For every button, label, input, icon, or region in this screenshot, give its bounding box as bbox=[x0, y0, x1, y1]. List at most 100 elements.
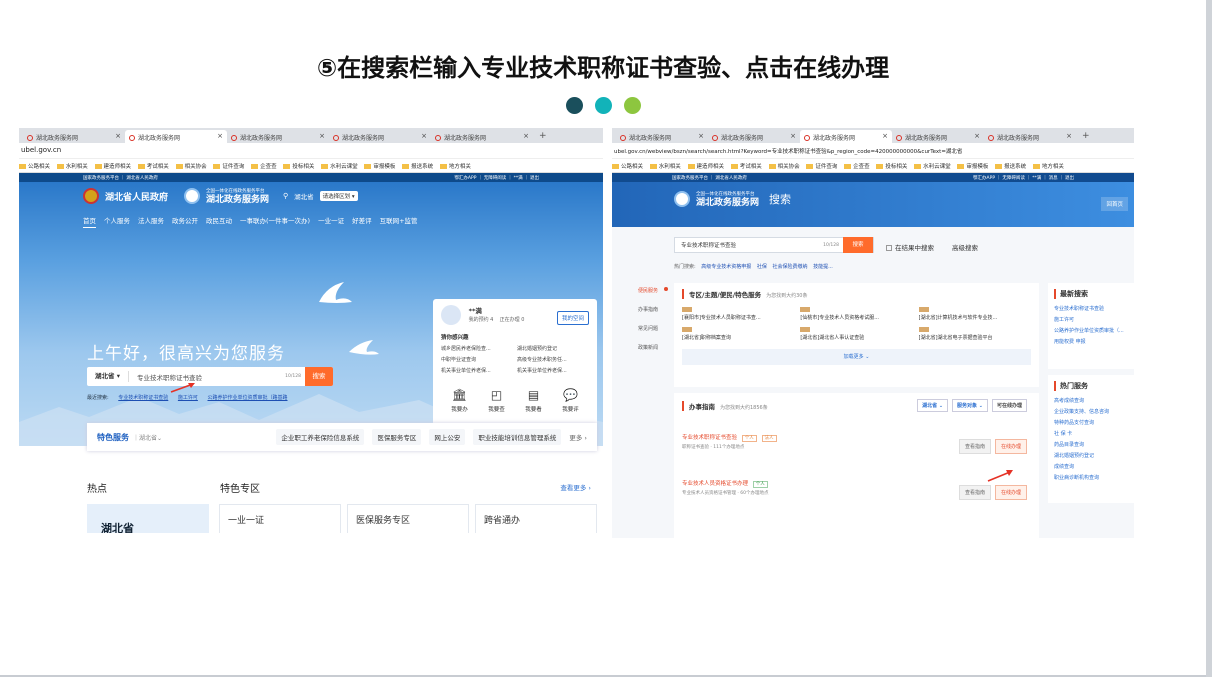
sidebar-item-faq[interactable]: 常见问题 bbox=[638, 325, 664, 332]
featured-region[interactable]: ｜湖北省⌄ bbox=[133, 433, 162, 442]
bookmark-item[interactable]: 审报模板 bbox=[957, 164, 988, 170]
view-guide-button[interactable]: 查看指南 bbox=[958, 439, 991, 454]
recent-search-link[interactable]: 施工许可 bbox=[178, 395, 198, 401]
browser-tab[interactable]: 湖北政务服务网 × bbox=[892, 130, 984, 143]
action-apply[interactable]: 🏛 我要办 bbox=[451, 388, 468, 413]
bookmark-item[interactable]: 证件查询 bbox=[213, 164, 244, 170]
close-icon[interactable]: × bbox=[319, 132, 325, 140]
region-filter[interactable]: 湖北省 ⌄ bbox=[917, 399, 949, 412]
top-bar-right[interactable]: 鄂汇办APP ｜ 无障碍阅读 ｜ **满 ｜ 消息 ｜ 退出 bbox=[973, 175, 1074, 181]
browser-tab-active[interactable]: 湖北政务服务网 × bbox=[800, 130, 892, 143]
hot-service-link[interactable]: 成绩查询 bbox=[1054, 463, 1128, 470]
service-name-block[interactable]: 全国一体化在线政务服务平台 湖北政务服务网 bbox=[206, 188, 269, 205]
bookmark-item[interactable]: 建造师相关 bbox=[95, 164, 132, 170]
close-icon[interactable]: × bbox=[1066, 132, 1072, 140]
zone-link[interactable]: [湖北省]湖北省电子票据查验平台 bbox=[918, 327, 1031, 341]
bookmark-item[interactable]: 考试相关 bbox=[138, 164, 169, 170]
search-input[interactable]: 专业技术职称证书查验 bbox=[681, 241, 736, 249]
bookmark-item[interactable]: 水利云课堂 bbox=[914, 164, 951, 170]
hot-service-link[interactable]: 职业病诊断机构查询 bbox=[1054, 474, 1128, 481]
hot-search-link[interactable]: 高级专业技术资格申报 bbox=[701, 264, 751, 270]
hot-search-link[interactable]: 社会保险费缴纳 bbox=[773, 264, 808, 270]
hot-service-link[interactable]: 高考成绩查询 bbox=[1054, 397, 1128, 404]
result-title-link[interactable]: 专业技术人员资格证书办理 bbox=[682, 481, 748, 487]
zone-link[interactable]: [襄阳市]专业技术人员职称证书查... bbox=[682, 307, 794, 321]
special-card[interactable]: 医保服务专区 bbox=[347, 504, 469, 533]
browser-tab[interactable]: 湖北政务服务网 × bbox=[616, 130, 708, 143]
bookmark-item[interactable]: 建造师相关 bbox=[688, 164, 725, 170]
browser-tab[interactable]: 湖北政务服务网 × bbox=[708, 130, 800, 143]
sidebar-item-guide[interactable]: 办事指南 bbox=[638, 306, 664, 313]
browser-tab[interactable]: 湖北政务服务网 × bbox=[227, 130, 329, 143]
nav-item[interactable]: 法人服务 bbox=[138, 215, 164, 228]
browser-tab[interactable]: 湖北政务服务网 × bbox=[23, 130, 125, 143]
advanced-search-link[interactable]: 高级搜索 bbox=[952, 242, 978, 252]
bookmark-item[interactable]: 水利云课堂 bbox=[321, 164, 358, 170]
featured-system-link[interactable]: 企业职工养老保险信息系统 bbox=[276, 429, 365, 445]
search-button[interactable]: 搜索 bbox=[843, 237, 873, 253]
featured-system-link[interactable]: 网上公安 bbox=[429, 429, 466, 445]
zone-link[interactable]: [湖北省]湖北省人事认证查验 bbox=[800, 327, 912, 341]
bookmark-item[interactable]: 报送系统 bbox=[402, 164, 433, 170]
address-bar[interactable]: ubel.gov.cn/webview/bszn/search/search.h… bbox=[612, 143, 1134, 159]
close-icon[interactable]: × bbox=[523, 132, 529, 140]
close-icon[interactable]: × bbox=[698, 132, 704, 140]
featured-system-link[interactable]: 职业技能培训信息管理系统 bbox=[473, 429, 562, 445]
latest-link[interactable]: 施工许可 bbox=[1054, 316, 1128, 323]
close-icon[interactable]: × bbox=[790, 132, 796, 140]
top-bar-right[interactable]: 鄂汇办APP ｜ 无障碍阅读 ｜ **满 ｜ 退出 bbox=[454, 175, 539, 181]
result-title-link[interactable]: 专业技术职称证书查验 bbox=[682, 435, 737, 441]
bookmark-item[interactable]: 水利相关 bbox=[57, 164, 88, 170]
bookmark-item[interactable]: 公路相关 bbox=[19, 164, 50, 170]
nav-item[interactable]: 好差评 bbox=[352, 215, 372, 228]
bookmark-item[interactable]: 相关协会 bbox=[769, 164, 800, 170]
hot-card[interactable]: 湖北省 bbox=[87, 504, 209, 533]
search-input[interactable]: 专业技术职称证书查验 bbox=[129, 372, 285, 382]
bookmark-item[interactable]: 报送系统 bbox=[995, 164, 1026, 170]
region-select-button[interactable]: 请选择区划 ▾ bbox=[319, 191, 358, 201]
nav-item[interactable]: 一业一证 bbox=[318, 215, 344, 228]
bookmark-item[interactable]: 投标相关 bbox=[876, 164, 907, 170]
bookmark-item[interactable]: 地方相关 bbox=[440, 164, 471, 170]
latest-link[interactable]: 公路养护作业单位资质审批（... bbox=[1054, 327, 1128, 334]
sidebar-item-convenience[interactable]: 便民服务 bbox=[638, 287, 668, 294]
address-bar[interactable]: ubel.gov.cn bbox=[19, 143, 603, 159]
bookmark-item[interactable]: 投标相关 bbox=[283, 164, 314, 170]
close-icon[interactable]: × bbox=[421, 132, 427, 140]
bookmark-item[interactable]: 地方相关 bbox=[1033, 164, 1064, 170]
gov-name[interactable]: 湖北省人民政府 bbox=[105, 190, 168, 203]
search-within-results[interactable]: 在结果中搜索 bbox=[886, 242, 934, 252]
bookmark-item[interactable]: 证件查询 bbox=[806, 164, 837, 170]
hot-service-link[interactable]: 特种药品支付查询 bbox=[1054, 419, 1128, 426]
home-button[interactable]: 回首页 bbox=[1101, 197, 1128, 211]
interest-link[interactable]: 中职毕业证查询 bbox=[441, 356, 513, 363]
nav-item[interactable]: 一事联办(一件事一次办) bbox=[240, 215, 310, 228]
bookmark-item[interactable]: 水利相关 bbox=[650, 164, 681, 170]
hot-service-link[interactable]: 药品目录查询 bbox=[1054, 441, 1128, 448]
latest-link[interactable]: 专业技术职称证书查验 bbox=[1054, 305, 1128, 312]
featured-system-link[interactable]: 医保服务专区 bbox=[372, 429, 422, 445]
close-icon[interactable]: × bbox=[974, 132, 980, 140]
action-view[interactable]: ▤ 我要看 bbox=[525, 388, 542, 413]
hot-search-link[interactable]: 社保 bbox=[757, 264, 767, 270]
nav-item[interactable]: 政务公开 bbox=[172, 215, 198, 228]
zone-link[interactable]: [湖北省]计算机技术与软件专业技... bbox=[918, 307, 1031, 321]
zone-link[interactable]: [仙桃市]专业技术人员资格考试服... bbox=[800, 307, 912, 321]
service-name-block[interactable]: 全国一体化在线政务服务平台 湖北政务服务网 bbox=[696, 191, 759, 208]
nav-item[interactable]: 政民互动 bbox=[206, 215, 232, 228]
bookmark-item[interactable]: 公路相关 bbox=[612, 164, 643, 170]
close-icon[interactable]: × bbox=[882, 132, 888, 140]
interest-link[interactable]: 机关事业单位养老保... bbox=[517, 367, 589, 374]
online-apply-button[interactable]: 在线办理 bbox=[994, 485, 1027, 500]
action-rate[interactable]: 💬 我要评 bbox=[562, 388, 579, 413]
close-icon[interactable]: × bbox=[217, 132, 223, 140]
online-apply-button[interactable]: 在线办理 bbox=[994, 439, 1027, 454]
action-query[interactable]: ◰ 我要查 bbox=[488, 388, 505, 413]
browser-tab-active[interactable]: 湖北政务服务网 × bbox=[125, 130, 227, 143]
top-bar-left[interactable]: 国家政务服务平台 ｜ 湖北省人民政府 bbox=[83, 175, 158, 181]
online-filter[interactable]: 可在线办理 bbox=[991, 399, 1027, 412]
hot-service-link[interactable]: 企业政策支持、信息咨询 bbox=[1054, 408, 1128, 415]
bookmark-item[interactable]: 考试相关 bbox=[731, 164, 762, 170]
interest-link[interactable]: 高级专业技术职务任... bbox=[517, 356, 589, 363]
bookmark-item[interactable]: 相关协会 bbox=[176, 164, 207, 170]
